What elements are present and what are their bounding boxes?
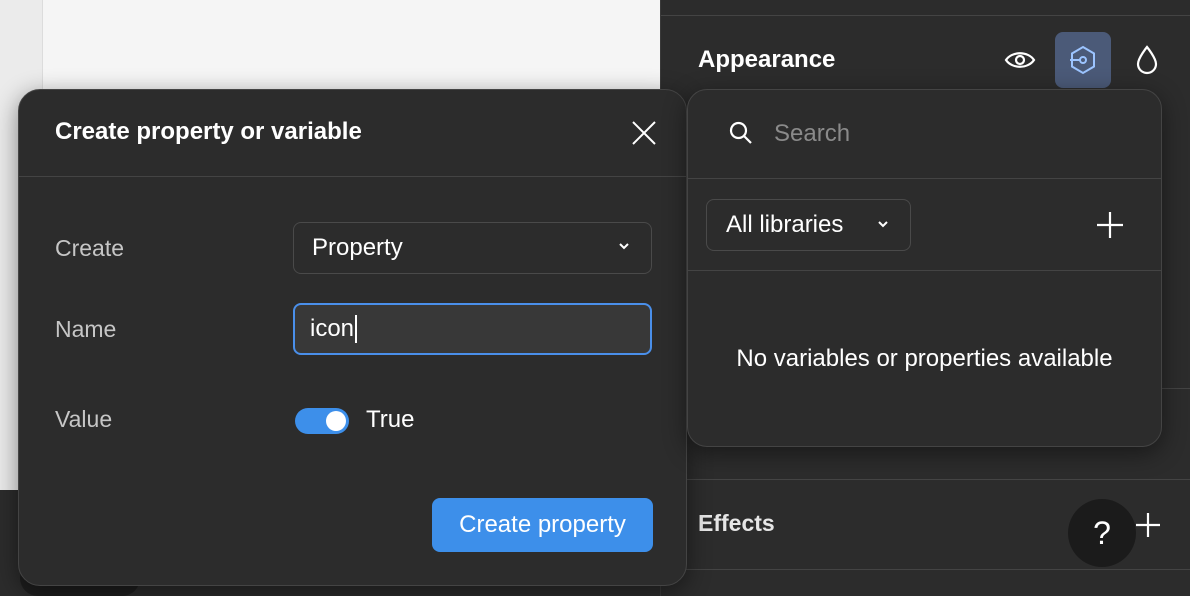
create-property-button[interactable]: Create property [432, 498, 653, 552]
create-property-dialog: Create property or variable Create Prope… [18, 89, 687, 586]
appearance-title: Appearance [698, 46, 836, 73]
plus-icon [1097, 212, 1123, 238]
value-label: Value [55, 406, 113, 432]
chevron-down-icon [619, 243, 629, 250]
popover-divider [688, 178, 1161, 179]
plus-icon [1136, 513, 1160, 537]
name-input-value: icon [310, 315, 355, 342]
effects-title: Effects [698, 510, 775, 536]
create-type-select[interactable]: Property [293, 222, 652, 274]
panel-divider [661, 15, 1190, 16]
text-caret [355, 315, 358, 343]
eye-icon[interactable] [992, 32, 1048, 88]
drop-icon[interactable] [1119, 32, 1175, 88]
dialog-title: Create property or variable [55, 118, 362, 145]
library-filter-value: All libraries [726, 211, 844, 238]
help-button[interactable]: ? [1068, 499, 1136, 567]
toggle-label: True [366, 406, 415, 433]
dialog-divider [19, 176, 686, 177]
name-input[interactable]: icon [293, 303, 652, 355]
panel-divider [661, 479, 1190, 480]
library-popover: All libraries No variables or properties… [687, 89, 1162, 447]
variable-icon[interactable] [1055, 32, 1111, 88]
close-button[interactable] [627, 116, 661, 150]
add-variable-button[interactable] [1092, 207, 1128, 243]
create-label: Create [55, 235, 125, 261]
close-icon [632, 121, 656, 145]
add-effect-button[interactable] [1131, 508, 1165, 542]
panel-divider [661, 569, 1190, 570]
library-filter-select[interactable]: All libraries [706, 199, 911, 251]
create-type-value: Property [312, 234, 403, 261]
chevron-down-icon [878, 221, 888, 228]
value-toggle[interactable] [295, 408, 349, 434]
toggle-knob [326, 411, 346, 431]
search-input[interactable] [774, 114, 1114, 154]
search-icon [729, 121, 752, 144]
name-label: Name [55, 316, 117, 342]
empty-state-message: No variables or properties available [736, 345, 1113, 372]
popover-divider [688, 270, 1161, 271]
